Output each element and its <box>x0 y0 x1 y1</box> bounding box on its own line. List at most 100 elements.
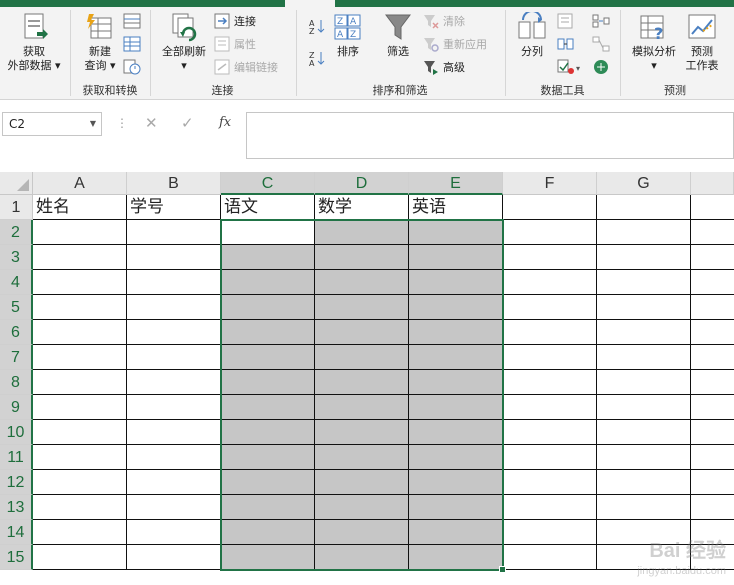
cell-e7[interactable] <box>409 345 503 370</box>
consolidate-icon[interactable] <box>592 13 610 29</box>
row-header-9[interactable]: 9 <box>0 395 33 420</box>
cell-b10[interactable] <box>127 420 221 445</box>
cell-d7[interactable] <box>315 345 409 370</box>
cell-a12[interactable] <box>33 470 127 495</box>
row-header-3[interactable]: 3 <box>0 245 33 270</box>
enter-icon[interactable]: ✓ <box>181 114 194 132</box>
cell-e5[interactable] <box>409 295 503 320</box>
row-header-15[interactable]: 15 <box>0 545 33 570</box>
data-validation-dropdown[interactable]: ▾ <box>576 59 580 77</box>
cell-b6[interactable] <box>127 320 221 345</box>
cell-f6[interactable] <box>503 320 597 345</box>
header-cell-c[interactable]: 语文 <box>221 195 315 220</box>
cell-a11[interactable] <box>33 445 127 470</box>
cell-d10[interactable] <box>315 420 409 445</box>
filter-button[interactable]: 筛选 <box>380 12 416 59</box>
cell-a15[interactable] <box>33 545 127 570</box>
cell-e3[interactable] <box>409 245 503 270</box>
cell-f10[interactable] <box>503 420 597 445</box>
cell-b2[interactable] <box>127 220 221 245</box>
cell-g3[interactable] <box>597 245 691 270</box>
cell-b8[interactable] <box>127 370 221 395</box>
cell-overflow-11[interactable] <box>691 445 734 470</box>
cell-b14[interactable] <box>127 520 221 545</box>
get-external-data-button[interactable]: 获取 外部数据 ▾ <box>4 12 64 73</box>
cell-d11[interactable] <box>315 445 409 470</box>
row-header-10[interactable]: 10 <box>0 420 33 445</box>
name-box-dropdown-icon[interactable]: ▼ <box>90 113 96 135</box>
cell-overflow-12[interactable] <box>691 470 734 495</box>
cell-g10[interactable] <box>597 420 691 445</box>
cell-f14[interactable] <box>503 520 597 545</box>
fill-handle[interactable] <box>499 566 506 573</box>
cell-b3[interactable] <box>127 245 221 270</box>
cell-b13[interactable] <box>127 495 221 520</box>
header-cell-a[interactable]: 姓名 <box>33 195 127 220</box>
cell-d9[interactable] <box>315 395 409 420</box>
sort-az-icon[interactable]: AZ <box>308 18 326 34</box>
header-cell-f[interactable] <box>503 195 597 220</box>
cell-overflow-1[interactable] <box>691 195 734 220</box>
row-header-12[interactable]: 12 <box>0 470 33 495</box>
cell-f15[interactable] <box>503 545 597 570</box>
new-query-button[interactable]: 新建 查询 ▾ <box>80 12 120 73</box>
from-table-icon[interactable] <box>123 36 141 52</box>
cell-g4[interactable] <box>597 270 691 295</box>
column-header-g[interactable]: G <box>597 172 691 195</box>
cell-b15[interactable] <box>127 545 221 570</box>
cell-f7[interactable] <box>503 345 597 370</box>
header-cell-g[interactable] <box>597 195 691 220</box>
cell-c14[interactable] <box>221 520 315 545</box>
cell-d12[interactable] <box>315 470 409 495</box>
cell-a9[interactable] <box>33 395 127 420</box>
sort-za-icon[interactable]: ZA <box>308 50 326 66</box>
recent-sources-icon[interactable] <box>123 59 141 75</box>
advanced-button[interactable]: 高级 <box>423 58 465 76</box>
cell-a10[interactable] <box>33 420 127 445</box>
cell-e11[interactable] <box>409 445 503 470</box>
row-header-11[interactable]: 11 <box>0 445 33 470</box>
connections-button[interactable]: 连接 <box>214 12 256 30</box>
cell-f2[interactable] <box>503 220 597 245</box>
header-cell-e[interactable]: 英语 <box>409 195 503 220</box>
clear-button[interactable]: 清除 <box>423 12 465 30</box>
cell-g2[interactable] <box>597 220 691 245</box>
cell-a13[interactable] <box>33 495 127 520</box>
cell-f3[interactable] <box>503 245 597 270</box>
cell-overflow-2[interactable] <box>691 220 734 245</box>
cell-a7[interactable] <box>33 345 127 370</box>
cell-d14[interactable] <box>315 520 409 545</box>
data-validation-icon[interactable] <box>557 59 575 75</box>
column-header-b[interactable]: B <box>127 172 221 195</box>
cell-overflow-6[interactable] <box>691 320 734 345</box>
cell-overflow-5[interactable] <box>691 295 734 320</box>
cell-f4[interactable] <box>503 270 597 295</box>
cell-c8[interactable] <box>221 370 315 395</box>
row-header-5[interactable]: 5 <box>0 295 33 320</box>
cell-c5[interactable] <box>221 295 315 320</box>
cell-overflow-3[interactable] <box>691 245 734 270</box>
column-header-d[interactable]: D <box>315 172 409 195</box>
select-all-button[interactable] <box>0 172 33 195</box>
cell-g9[interactable] <box>597 395 691 420</box>
refresh-all-button[interactable]: 全部刷新 ▾ <box>158 12 210 73</box>
cell-f11[interactable] <box>503 445 597 470</box>
relationships-icon[interactable] <box>592 36 610 52</box>
cell-c11[interactable] <box>221 445 315 470</box>
cell-a4[interactable] <box>33 270 127 295</box>
properties-button[interactable]: 属性 <box>214 35 256 53</box>
cell-e6[interactable] <box>409 320 503 345</box>
cell-g11[interactable] <box>597 445 691 470</box>
cell-f8[interactable] <box>503 370 597 395</box>
cell-a8[interactable] <box>33 370 127 395</box>
cell-d4[interactable] <box>315 270 409 295</box>
name-box[interactable]: C2 ▼ <box>2 112 102 136</box>
cell-f9[interactable] <box>503 395 597 420</box>
cell-a2[interactable] <box>33 220 127 245</box>
cell-d3[interactable] <box>315 245 409 270</box>
row-header-13[interactable]: 13 <box>0 495 33 520</box>
cell-c12[interactable] <box>221 470 315 495</box>
row-header-14[interactable]: 14 <box>0 520 33 545</box>
column-header-c[interactable]: C <box>221 172 315 195</box>
cell-e10[interactable] <box>409 420 503 445</box>
